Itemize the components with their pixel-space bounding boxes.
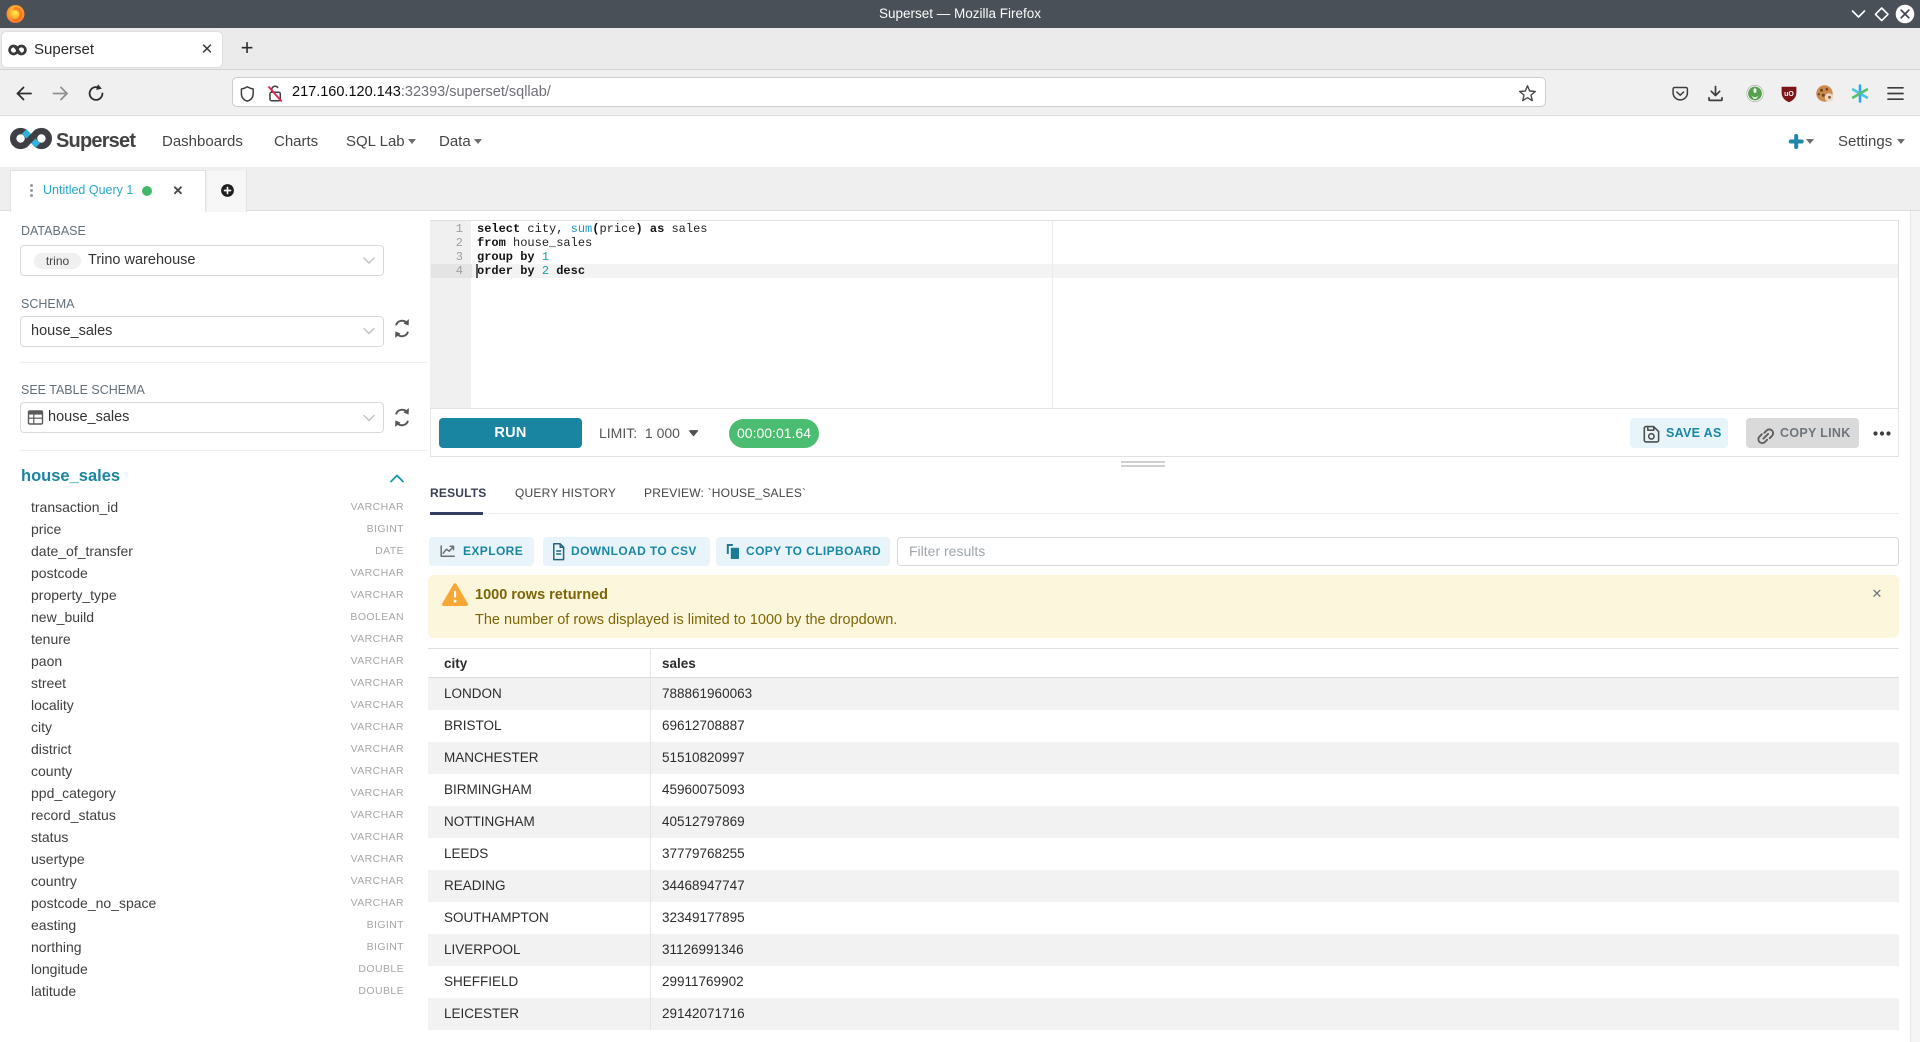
svg-text:uO: uO: [1784, 91, 1794, 98]
